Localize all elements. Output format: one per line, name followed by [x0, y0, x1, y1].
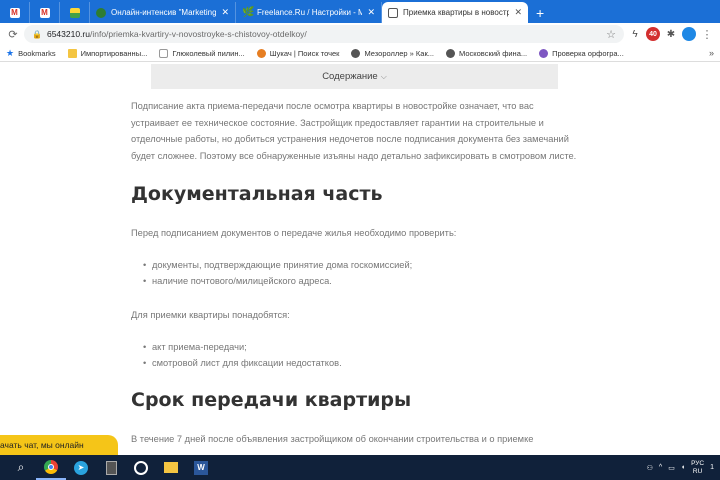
word-icon[interactable]: W	[186, 455, 216, 480]
toc-button[interactable]: Содержание ⌵	[151, 64, 558, 89]
check-list: документы, подтверждающие принятие дома …	[131, 257, 581, 289]
volume-icon[interactable]: ◖	[681, 464, 685, 471]
heading-documents: Документальная часть	[131, 183, 383, 206]
list-item: документы, подтверждающие принятие дома …	[143, 257, 581, 273]
bookmark-label: Импортированны...	[80, 48, 148, 58]
image-icon	[69, 7, 80, 18]
calculator-icon[interactable]	[96, 455, 126, 480]
url-host: 6543210.ru	[46, 29, 90, 39]
intro-paragraph: Подписание акта приема-передачи после ос…	[131, 101, 577, 161]
bookmark-item[interactable]: Шукач | Поиск точек	[256, 48, 340, 58]
page-viewport: Содержание ⌵ Подписание акта приема-пере…	[0, 62, 720, 455]
tab-title: Freelance.Ru / Настройки - Мой	[257, 8, 363, 17]
star-icon: ★	[6, 47, 15, 58]
shukach-icon	[256, 48, 266, 58]
bookmark-label: Глюколевый пилин...	[172, 48, 245, 58]
avatar[interactable]	[682, 27, 696, 41]
chat-button[interactable]: ачать чат, мы онлайн	[0, 435, 118, 455]
bookmark-label: Мезороллер » Как...	[364, 48, 435, 58]
search-icon[interactable]: ⌕	[6, 455, 36, 480]
bookmark-item[interactable]: Проверка орфогра...	[539, 48, 624, 58]
article: Подписание акта приема-передачи после ос…	[131, 98, 581, 447]
tab-title: Онлайн-интенсив "Marketing w	[111, 8, 217, 17]
bookmark-label: Московский фина...	[459, 48, 528, 58]
bookmark-label: Bookmarks	[18, 48, 56, 58]
lang-code: РУС	[691, 459, 705, 467]
globe-icon	[351, 48, 361, 58]
spell-icon	[539, 48, 549, 58]
paragraph-deadline: В течение 7 дней после объявления застро…	[131, 433, 534, 444]
globe-icon	[446, 48, 456, 58]
lock-icon: 🔒	[32, 29, 42, 39]
close-icon[interactable]: ✕	[367, 7, 375, 18]
site-icon	[96, 7, 106, 18]
tab-freelance[interactable]: 🌿 Freelance.Ru / Настройки - Мой ✕	[236, 2, 382, 23]
telegram-icon[interactable]: ➤	[66, 455, 96, 480]
needed-list: акт приема-передачи; смотровой лист для …	[131, 339, 581, 371]
clock[interactable]: 1	[710, 464, 714, 471]
paragraph-check: Перед подписанием документов о передаче …	[131, 228, 457, 239]
bookmark-item[interactable]: Импортированны...	[67, 48, 148, 58]
list-item: наличие почтового/милицейского адреса.	[143, 273, 581, 289]
puzzle-icon[interactable]: ✱	[664, 27, 678, 41]
bookmark-item[interactable]: Глюколевый пилин...	[159, 48, 245, 58]
lang-layout: RU	[692, 467, 703, 475]
extension-badge[interactable]: 40	[646, 27, 660, 41]
taskbar: ⌕ ➤ W ⚇ ^ ▭ ◖ РУС RU 1	[0, 455, 720, 480]
reload-icon[interactable]: ⟳	[6, 28, 20, 41]
house-icon	[388, 7, 398, 18]
bookmark-label: Шукач | Поиск точек	[269, 48, 340, 58]
bookmark-item[interactable]: Московский фина...	[446, 48, 528, 58]
url-input[interactable]: 🔒 6543210.ru/info/priemka-kvartiry-v-nov…	[24, 25, 624, 43]
page-icon	[159, 48, 169, 58]
bookmarks-more-button[interactable]: »	[709, 48, 714, 58]
tab-priemka[interactable]: Приемка квартиры в новострой ✕	[382, 2, 528, 23]
address-bar: ⟳ 🔒 6543210.ru/info/priemka-kvartiry-v-n…	[0, 23, 720, 45]
new-tab-button[interactable]: +	[528, 2, 552, 23]
url-path: /info/priemka-kvartiry-v-novostroyke-s-c…	[89, 29, 307, 39]
bookmark-label: Проверка орфогра...	[552, 48, 624, 58]
people-icon[interactable]: ⚇	[647, 464, 653, 472]
tab-image[interactable]	[60, 2, 90, 23]
folder-icon	[67, 48, 77, 58]
bookmark-item[interactable]: Мезороллер » Как...	[351, 48, 435, 58]
chevron-up-icon[interactable]: ^	[659, 464, 662, 471]
heading-deadline: Срок передачи квартиры	[131, 388, 412, 411]
chrome-icon[interactable]	[36, 455, 66, 480]
bookmarks-bar: ★ Bookmarks Импортированны... Глюколевый …	[0, 45, 720, 62]
list-item: акт приема-передачи;	[143, 339, 581, 355]
list-item: смотровой лист для фиксации недостатков.	[143, 355, 581, 371]
bolt-extension-icon[interactable]: ϟ	[628, 27, 642, 41]
paragraph-needed: Для приемки квартиры понадобятся:	[131, 309, 290, 320]
viber-icon[interactable]	[126, 455, 156, 480]
close-icon[interactable]: ✕	[514, 7, 522, 18]
bookmark-item[interactable]: ★ Bookmarks	[6, 48, 56, 59]
tab-marketing[interactable]: Онлайн-интенсив "Marketing w ✕	[90, 2, 236, 23]
close-icon[interactable]: ✕	[221, 7, 229, 18]
gmail-icon: M	[9, 7, 20, 18]
tab-gmail-2[interactable]: M	[30, 2, 60, 23]
freelance-icon: 🌿	[242, 6, 255, 18]
file-explorer-icon[interactable]	[156, 455, 186, 480]
battery-icon[interactable]: ▭	[668, 464, 675, 472]
toc-label: Содержание	[322, 71, 378, 82]
tab-title: Приемка квартиры в новострой	[403, 8, 510, 17]
menu-icon[interactable]: ⋮	[700, 28, 714, 41]
bookmark-star-icon[interactable]: ☆	[606, 28, 616, 41]
gmail-icon: M	[39, 7, 50, 18]
tab-gmail-1[interactable]: M	[0, 2, 30, 23]
chevron-down-icon: ⌵	[380, 71, 387, 81]
system-tray: ⚇ ^ ▭ ◖ РУС RU 1	[647, 460, 714, 476]
tab-strip: M M Онлайн-интенсив "Marketing w ✕ 🌿 Fre…	[0, 0, 720, 23]
language-indicator[interactable]: РУС RU	[691, 460, 704, 476]
